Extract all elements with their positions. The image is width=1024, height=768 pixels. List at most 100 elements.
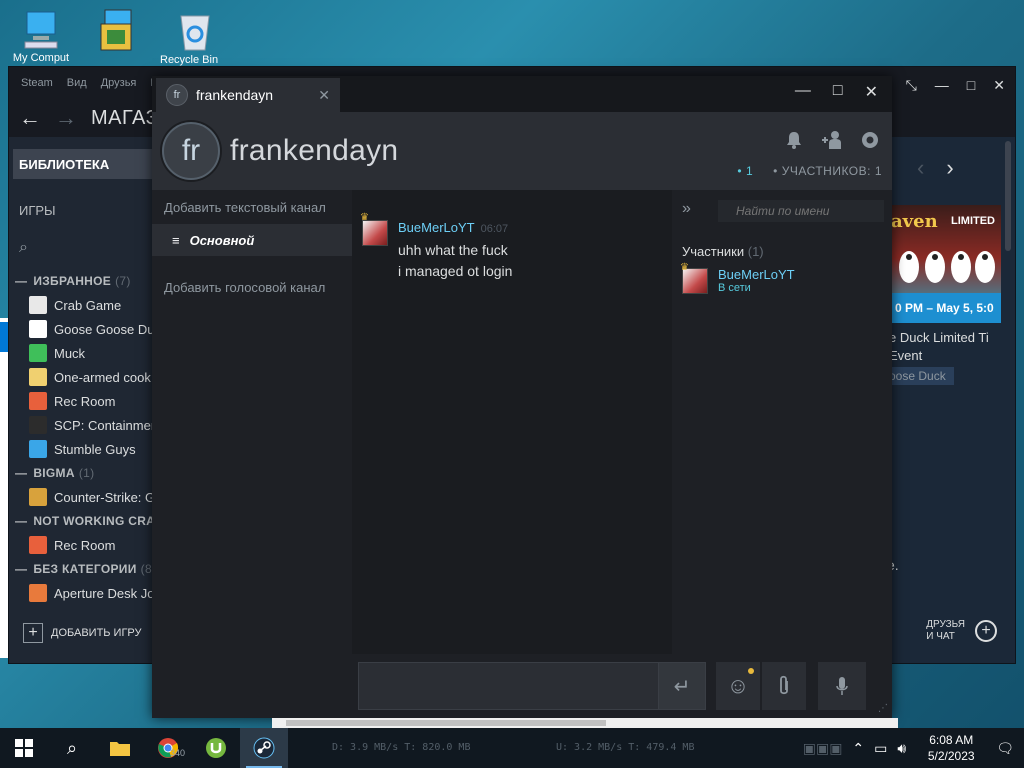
message-timestamp: 06:07 — [480, 223, 509, 235]
minimize-icon[interactable]: — — [935, 77, 949, 94]
library-game-item[interactable]: Crab Game — [9, 293, 159, 317]
desktop-icon-setup[interactable] — [82, 6, 152, 54]
library-game-item[interactable]: Rec Room — [9, 533, 159, 557]
taskbar-chrome[interactable]: 340 — [144, 728, 192, 768]
library-game-item[interactable]: Counter-Strike: G — [9, 485, 159, 509]
game-icon — [29, 440, 47, 458]
desktop-icon-computer[interactable]: My Comput — [6, 8, 76, 64]
collapse-members-icon[interactable]: » — [682, 200, 691, 218]
group-name: frankendayn — [230, 134, 399, 167]
back-arrow-icon[interactable]: ← — [19, 105, 41, 131]
avatar[interactable] — [362, 220, 388, 246]
library-game-item[interactable]: SCP: Containmer — [9, 413, 159, 437]
library-game-item[interactable]: Stumble Guys — [9, 437, 159, 461]
promo-game-tag[interactable]: oose Duck — [889, 367, 954, 385]
maximize-icon[interactable]: □ — [833, 82, 843, 102]
forward-arrow-icon[interactable]: → — [55, 105, 77, 131]
nav-store-tab[interactable]: МАГАЗ — [91, 107, 158, 130]
library-section-header[interactable]: — NOT WORKING CRA — [9, 509, 159, 533]
library-scrollbar[interactable] — [1005, 141, 1011, 251]
close-icon[interactable]: ✕ — [865, 82, 878, 102]
message-input[interactable] — [358, 662, 658, 710]
background-window-edge — [0, 318, 8, 658]
game-icon — [29, 392, 47, 410]
add-game-button[interactable]: + ДОБАВИТЬ ИГРУ — [23, 623, 142, 643]
promo-line-2: Event — [889, 348, 923, 363]
social-icons: ▣▣▣ — [802, 739, 843, 756]
member-name: BueMerLoYT — [718, 267, 795, 282]
member-status: В сети — [718, 282, 751, 294]
voice-chat-button[interactable] — [818, 662, 866, 710]
send-button[interactable]: ↵ — [658, 662, 706, 710]
game-icon — [29, 344, 47, 362]
volume-icon[interactable]: 🔊︎ — [897, 740, 906, 757]
channel-item-main[interactable]: ≡ Основной — [152, 224, 352, 256]
game-icon — [29, 416, 47, 434]
windows-logo-icon — [15, 739, 33, 757]
goose-characters-icon — [899, 251, 995, 283]
chevron-right-icon[interactable]: › — [946, 155, 953, 181]
fullscreen-icon[interactable]: ⤡ — [906, 77, 917, 94]
promo-date: 0 PM – May 5, 5:0 — [889, 293, 1001, 323]
system-tray: ▣▣▣ ⌃ ▭ 🔊︎ 6:08 AM 5/2/2023 🗨︎ — [803, 728, 1024, 768]
library-section-title: БЕЗ КАТЕГОРИИ — [33, 562, 137, 576]
library-section-header[interactable]: — BIGMA (1) — [9, 461, 159, 485]
member-list: » ⌕ Участники (1) ♛ BueMerLoYT В сети — [672, 190, 892, 654]
bell-icon[interactable] — [784, 130, 804, 156]
emoji-button[interactable]: ☺ — [716, 662, 760, 710]
menu-item-steam[interactable]: Steam — [21, 77, 53, 89]
message-author[interactable]: BueMerLoYT 06:07 — [398, 220, 508, 235]
member-search-input[interactable] — [718, 200, 884, 222]
start-button[interactable] — [0, 728, 48, 768]
invite-friend-icon[interactable] — [820, 130, 844, 156]
friends-chat-label: ДРУЗЬЯ И ЧАТ — [926, 619, 965, 643]
close-tab-icon[interactable]: ✕ — [318, 87, 330, 104]
close-icon[interactable]: ✕ — [993, 77, 1005, 94]
library-section-count: (7) — [115, 274, 131, 288]
library-game-item[interactable]: Muck — [9, 341, 159, 365]
taskbar-explorer[interactable] — [96, 728, 144, 768]
group-member-counts: • 1 • УЧАСТНИКОВ: 1 — [737, 164, 882, 178]
add-voice-channel-button[interactable]: Добавить голосовой канал — [152, 270, 352, 304]
chevron-up-icon[interactable]: ⌃ — [852, 740, 864, 757]
chevron-left-icon[interactable]: ‹ — [917, 155, 924, 181]
desktop-icon-recycle-bin[interactable]: Recycle Bin — [160, 8, 230, 66]
chrome-badge: 340 — [170, 748, 186, 758]
message-composer: ↵ ☺ ⋰ — [352, 654, 892, 718]
library-button[interactable]: БИБЛИОТЕКА — [13, 149, 155, 179]
taskbar-steam[interactable] — [240, 728, 288, 768]
menu-item-friends[interactable]: Друзья — [101, 77, 137, 89]
channel-item-label: Основной — [189, 232, 255, 248]
network-icon[interactable]: ▭ — [874, 740, 887, 757]
library-section-header[interactable]: — БЕЗ КАТЕГОРИИ (8 — [9, 557, 159, 581]
online-count-value: 1 — [745, 164, 754, 178]
game-title: Aperture Desk Jo — [54, 585, 155, 601]
library-section-header[interactable]: — ИЗБРАННОЕ (7) — [9, 269, 159, 293]
library-search[interactable]: ⌕ — [9, 231, 159, 265]
clock[interactable]: 6:08 AM 5/2/2023 — [916, 732, 986, 764]
games-filter[interactable]: ИГРЫ — [9, 195, 159, 225]
resize-grip-icon[interactable]: ⋰ — [878, 703, 888, 714]
library-game-item[interactable]: One-armed cook — [9, 365, 159, 389]
friends-chat-button[interactable]: ДРУЗЬЯ И ЧАТ + — [926, 619, 997, 643]
game-title: One-armed cook — [54, 369, 151, 385]
menu-item-view[interactable]: Вид — [67, 77, 87, 89]
maximize-icon[interactable]: □ — [967, 77, 975, 94]
library-game-item[interactable]: Goose Goose Du — [9, 317, 159, 341]
background-window-scrollbar[interactable] — [272, 718, 898, 728]
gear-icon[interactable] — [860, 130, 880, 156]
add-text-channel-button[interactable]: Добавить текстовый канал — [152, 190, 352, 224]
attach-button[interactable] — [762, 662, 806, 710]
library-game-item[interactable]: Aperture Desk Jo — [9, 581, 159, 605]
taskbar-utorrent[interactable] — [192, 728, 240, 768]
library-game-item[interactable]: Rec Room — [9, 389, 159, 413]
game-title: Crab Game — [54, 297, 122, 313]
group-avatar[interactable]: fr — [162, 122, 220, 180]
microphone-icon — [836, 677, 848, 695]
notifications-icon[interactable]: 🗨︎ — [996, 740, 1014, 757]
promo-description[interactable]: e Duck Limited Ti Event — [889, 329, 989, 365]
chat-tab[interactable]: fr frankendayn ✕ — [156, 78, 340, 112]
minimize-icon[interactable]: — — [795, 82, 811, 102]
search-button[interactable]: ⌕ — [48, 728, 96, 768]
promo-banner[interactable]: aven LIMITED 0 PM – May 5, 5:0 — [889, 205, 1001, 323]
